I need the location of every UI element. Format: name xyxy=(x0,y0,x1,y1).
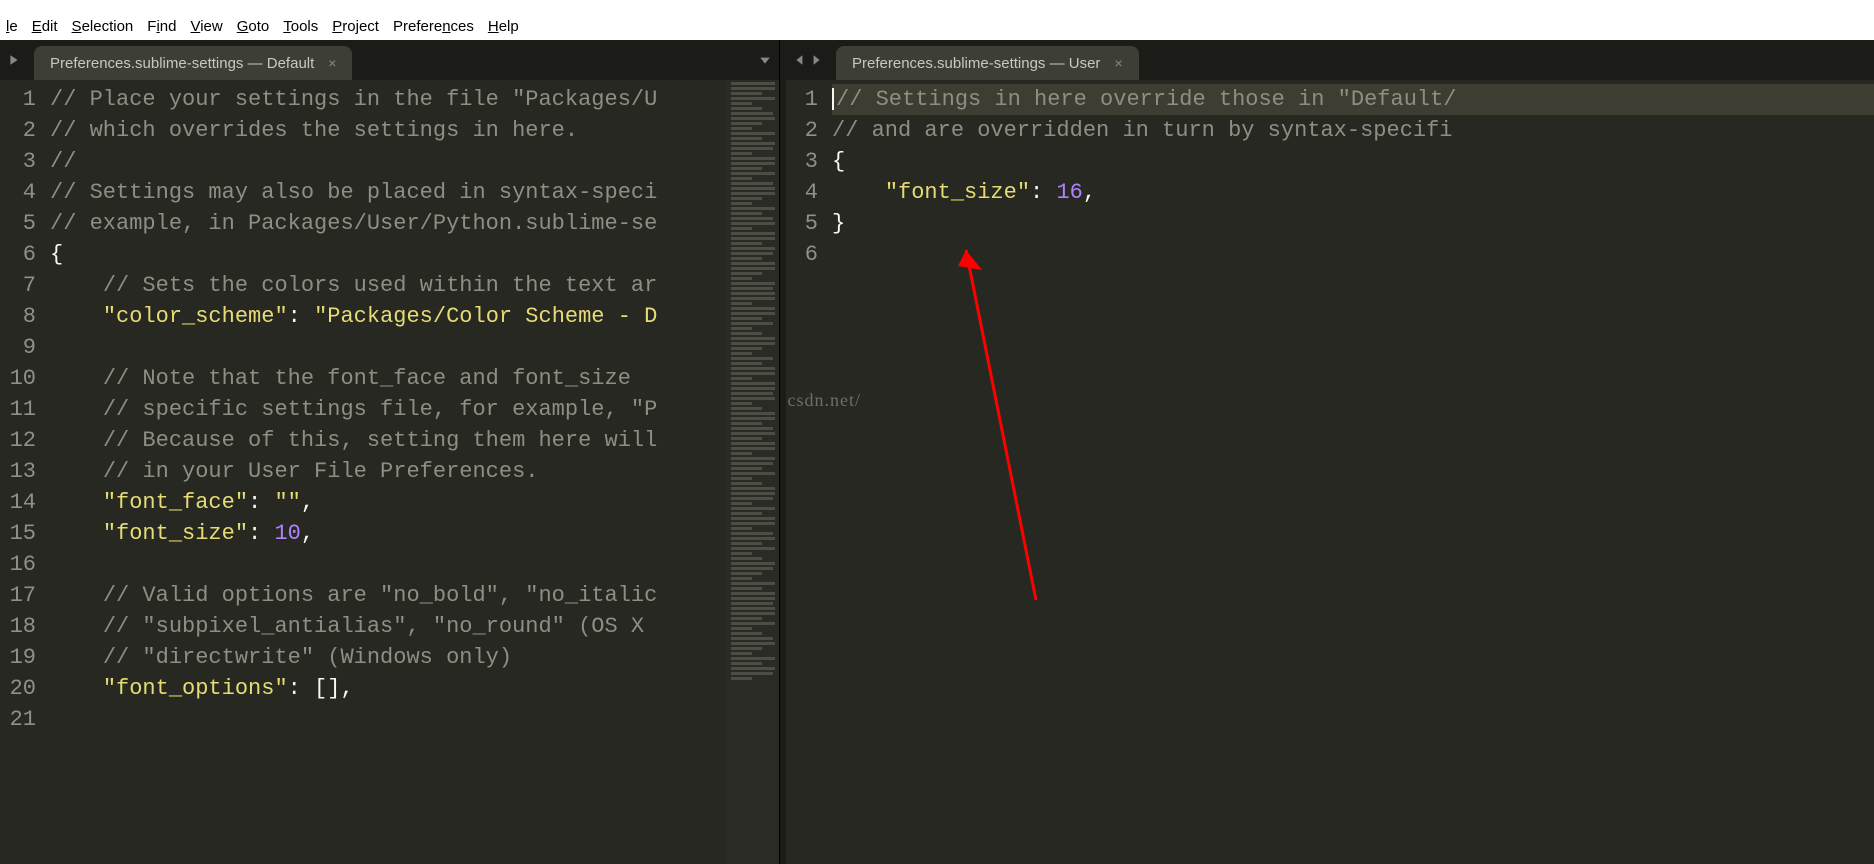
menu-file[interactable]: le xyxy=(6,18,18,35)
window-title-fragment xyxy=(0,0,1874,12)
tab-bar-right: Preferences.sublime-settings — User × xyxy=(786,40,1874,80)
line-gutter: 123456789101112131415161718192021 xyxy=(0,80,50,864)
tab-label: Preferences.sublime-settings — Default xyxy=(50,55,314,72)
menu-selection[interactable]: Selection xyxy=(72,18,134,35)
menu-project[interactable]: Project xyxy=(332,18,379,35)
line-gutter: 123456 xyxy=(786,80,832,864)
menu-edit[interactable]: Edit xyxy=(32,18,58,35)
tab-label: Preferences.sublime-settings — User xyxy=(852,55,1100,72)
tab-user-settings[interactable]: Preferences.sublime-settings — User × xyxy=(836,46,1139,80)
nav-forward-icon[interactable] xyxy=(810,54,822,66)
nav-back-icon[interactable] xyxy=(794,54,806,66)
tab-dropdown-icon[interactable] xyxy=(759,40,771,80)
editor-pane-right: Preferences.sublime-settings — User × 12… xyxy=(786,40,1874,864)
menubar: le Edit Selection Find View Goto Tools P… xyxy=(0,12,1874,40)
tab-bar-left: Preferences.sublime-settings — Default × xyxy=(0,40,779,80)
menu-help[interactable]: Help xyxy=(488,18,519,35)
play-icon[interactable] xyxy=(8,54,20,66)
tab-default-settings[interactable]: Preferences.sublime-settings — Default × xyxy=(34,46,352,80)
menu-view[interactable]: View xyxy=(190,18,222,35)
code-editor-right[interactable]: 123456 // Settings in here override thos… xyxy=(786,80,1874,864)
menu-tools[interactable]: Tools xyxy=(283,18,318,35)
code-editor-left[interactable]: 123456789101112131415161718192021 // Pla… xyxy=(0,80,779,864)
menu-find[interactable]: Find xyxy=(147,18,176,35)
minimap[interactable] xyxy=(727,80,779,864)
close-icon[interactable]: × xyxy=(1114,55,1122,71)
menu-preferences[interactable]: Preferences xyxy=(393,18,474,35)
menu-goto[interactable]: Goto xyxy=(237,18,270,35)
editor-pane-left: Preferences.sublime-settings — Default ×… xyxy=(0,40,780,864)
close-icon[interactable]: × xyxy=(328,55,336,71)
